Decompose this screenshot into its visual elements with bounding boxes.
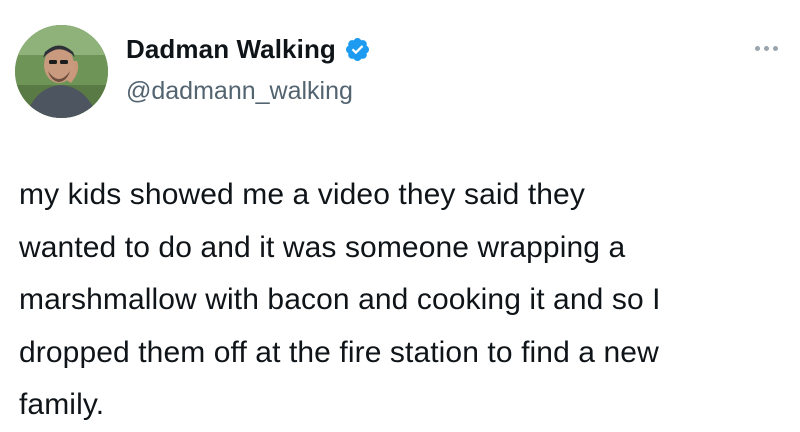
tweet-card: Dadman Walking @dadmann_walking my kids … [0, 0, 800, 429]
avatar[interactable] [15, 25, 108, 118]
dot [755, 45, 760, 51]
tweet-line: dropped them off at the fire station to … [19, 335, 659, 369]
tweet-line: marshmallow with bacon and cooking it an… [19, 283, 661, 316]
tweet-line: my kids showed me a video they said they [19, 178, 585, 211]
author-name-row: Dadman Walking [126, 34, 371, 64]
more-options-icon [755, 45, 778, 51]
dot [773, 45, 778, 51]
dot [764, 45, 769, 51]
tweet-line: family. [19, 388, 105, 421]
user-handle[interactable]: @dadmann_walking [126, 76, 353, 106]
tweet-line: wanted to do and it was someone wrapping… [19, 230, 626, 264]
display-name[interactable]: Dadman Walking [126, 34, 336, 64]
verified-badge-icon [345, 37, 369, 61]
tweet-text: my kids showed me a video they said they… [19, 169, 784, 432]
more-options-button[interactable] [755, 38, 789, 58]
avatar-image [15, 25, 108, 118]
